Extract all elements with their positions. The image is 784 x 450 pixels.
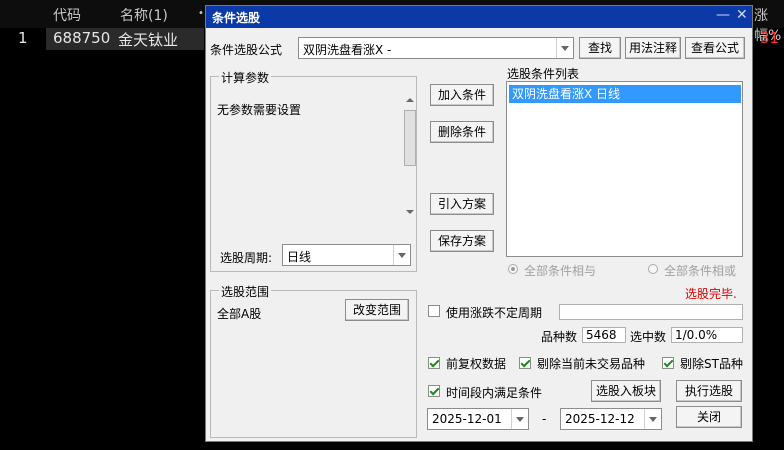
- radio-or[interactable]: [648, 264, 658, 274]
- condition-list-label: 选股条件列表: [507, 67, 580, 81]
- uncertain-period-label[interactable]: 使用涨跌不定周期: [446, 304, 542, 321]
- scroll-up-icon[interactable]: [403, 94, 417, 106]
- row-name: 金天钛业: [118, 31, 179, 49]
- condition-list[interactable]: 双阴洗盘看涨X 日线: [506, 81, 743, 257]
- count-value: 5468: [582, 327, 626, 343]
- params-group-title: 计算参数: [219, 69, 272, 86]
- add-condition-button[interactable]: 加入条件: [430, 84, 494, 106]
- chevron-down-icon[interactable]: [556, 38, 573, 58]
- list-item[interactable]: 双阴洗盘看涨X 日线: [509, 85, 741, 103]
- dialog-title: 条件选股: [212, 11, 261, 25]
- end-date-value: 2025-12-12: [565, 412, 635, 426]
- radio-and-label[interactable]: 全部条件相与: [524, 262, 596, 279]
- import-plan-button[interactable]: 引入方案: [430, 193, 494, 215]
- status-text: 选股完毕.: [685, 287, 737, 301]
- uncertain-period-field[interactable]: [559, 304, 743, 320]
- time-range-checkbox[interactable]: [428, 385, 440, 397]
- formula-select[interactable]: 双阴洗盘看涨X -: [298, 37, 574, 59]
- column-name[interactable]: 名称(1): [120, 5, 168, 25]
- execute-button[interactable]: 执行选股: [676, 380, 742, 402]
- start-date-value: 2025-12-01: [432, 412, 502, 426]
- scroll-down-icon[interactable]: [403, 206, 417, 218]
- to-block-button[interactable]: 选股入板块: [591, 380, 661, 402]
- dialog-titlebar[interactable]: 条件选股 — ✕: [206, 6, 752, 28]
- period-select[interactable]: 日线: [282, 244, 411, 266]
- params-group: 计算参数 无参数需要设置 选股周期: 日线: [210, 69, 417, 272]
- start-date-select[interactable]: 2025-12-01: [427, 408, 529, 430]
- radio-and[interactable]: [508, 264, 518, 274]
- exclude-st-checkbox[interactable]: [662, 357, 674, 369]
- adj-data-checkbox[interactable]: [428, 357, 440, 369]
- row-index: 1: [18, 29, 28, 47]
- range-group-title: 选股范围: [219, 283, 272, 300]
- stock-screener-dialog: 条件选股 — ✕ 条件选股公式 双阴洗盘看涨X - 查找 用法注释 查看公式 计…: [205, 5, 753, 442]
- save-plan-button[interactable]: 保存方案: [430, 230, 494, 252]
- period-label: 选股周期:: [220, 251, 273, 265]
- time-range-label[interactable]: 时间段内满足条件: [446, 384, 542, 401]
- exclude-untraded-label[interactable]: 剔除当前未交易品种: [537, 355, 645, 372]
- column-dot: •: [198, 8, 204, 19]
- selected-label: 选中数: [630, 330, 667, 344]
- range-group: 选股范围 全部A股 改变范围: [210, 283, 417, 438]
- close-icon[interactable]: ✕: [736, 7, 748, 23]
- selected-value: 1/0.0%: [671, 327, 743, 343]
- period-value: 日线: [287, 250, 312, 264]
- params-text: 无参数需要设置: [217, 103, 302, 117]
- usage-button[interactable]: 用法注释: [625, 37, 681, 59]
- row-code: 688750: [53, 29, 111, 47]
- end-date-select[interactable]: 2025-12-12: [560, 408, 662, 430]
- scroll-thumb[interactable]: [404, 110, 416, 166]
- radio-or-label[interactable]: 全部条件相或: [664, 262, 736, 279]
- exclude-st-label[interactable]: 剔除ST品种: [680, 355, 743, 372]
- date-separator: -: [542, 412, 547, 426]
- range-value: 全部A股: [217, 307, 262, 321]
- minimize-icon[interactable]: —: [716, 7, 730, 23]
- uncertain-period-checkbox[interactable]: [428, 305, 440, 317]
- chevron-down-icon[interactable]: [644, 409, 661, 429]
- change-range-button[interactable]: 改变范围: [345, 299, 409, 321]
- remove-condition-button[interactable]: 删除条件: [430, 121, 494, 143]
- row-change: 31: [760, 29, 780, 47]
- find-button[interactable]: 查找: [579, 37, 621, 59]
- formula-value: 双阴洗盘看涨X -: [303, 43, 392, 57]
- exclude-untraded-checkbox[interactable]: [519, 357, 531, 369]
- adj-data-label[interactable]: 前复权数据: [446, 355, 506, 372]
- chevron-down-icon[interactable]: [393, 245, 410, 265]
- count-label: 品种数: [541, 330, 578, 344]
- column-code[interactable]: 代码: [53, 5, 81, 25]
- formula-label: 条件选股公式: [210, 43, 283, 57]
- close-button[interactable]: 关闭: [676, 406, 742, 428]
- view-formula-button[interactable]: 查看公式: [685, 37, 745, 59]
- params-scrollbar[interactable]: [403, 94, 417, 218]
- chevron-down-icon[interactable]: [511, 409, 528, 429]
